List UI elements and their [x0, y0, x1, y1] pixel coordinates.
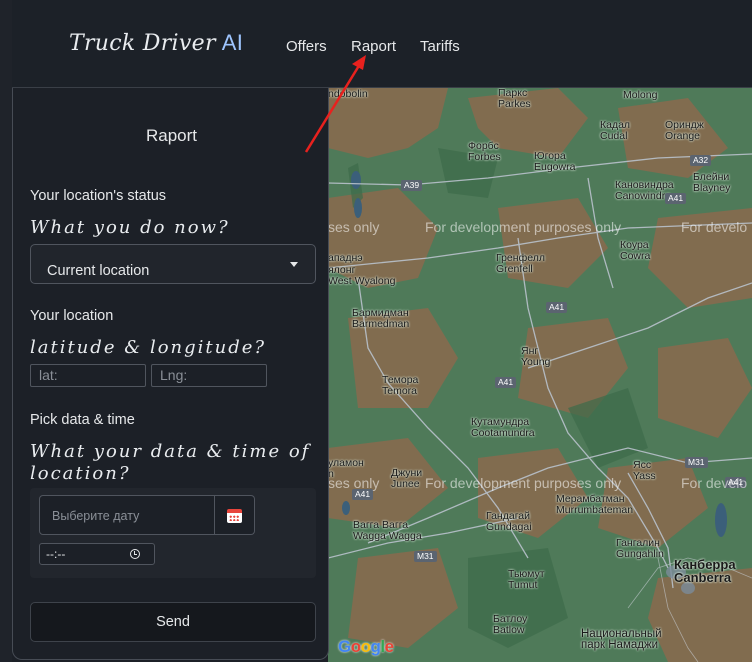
- calendar-icon: [227, 509, 242, 523]
- map-label: Блейни Blayney: [693, 171, 731, 194]
- datetime-question: What your data & time of location?: [30, 441, 311, 484]
- map-watermark: For development purposes only: [425, 219, 622, 235]
- longitude-input[interactable]: Lng:: [151, 364, 267, 387]
- road-shield: A32: [690, 155, 712, 166]
- map-label: Вагга Вагга Wagga Wagga: [353, 519, 422, 542]
- status-label: Your location's status: [30, 188, 167, 204]
- map-watermark: For develo: [681, 219, 748, 235]
- location-question: latitude & longitude?: [30, 337, 267, 358]
- map-label: Форбс Forbes: [468, 140, 501, 163]
- clock-icon[interactable]: [130, 549, 140, 559]
- map-label: Ориндж Orange: [665, 119, 704, 142]
- map-watermark: For development purposes only: [425, 475, 622, 491]
- road-shield: M31: [685, 457, 708, 468]
- map-label: Национальный парк Намаджи: [581, 628, 662, 651]
- map-label: Ясс Yass: [633, 459, 656, 482]
- map[interactable]: ndobolin Паркс Parkes Molong Кадал Cudal О…: [328, 88, 752, 662]
- brand-suffix: AI: [221, 30, 244, 55]
- map-watermark: For develo: [681, 475, 748, 491]
- map-label: Гандагай Gundagai: [486, 510, 532, 533]
- time-value: --:--: [46, 547, 66, 561]
- map-label: Гангалин Gungahlin: [616, 537, 664, 560]
- map-label: ападнэ: [328, 252, 363, 264]
- nav-link-raport[interactable]: Raport: [351, 38, 396, 55]
- map-label: Коура Cowra: [620, 239, 651, 262]
- status-select[interactable]: Current location: [30, 244, 316, 284]
- status-select-value: Current location: [47, 263, 150, 279]
- map-label: Гренфелл Grenfell: [496, 252, 545, 275]
- brand-name: Truck Driver: [69, 31, 216, 56]
- map-label: Бармидман Barmedman: [352, 307, 410, 330]
- status-question: What you do now?: [30, 217, 230, 238]
- datetime-label: Pick data & time: [30, 412, 135, 428]
- datetime-picker-group: Выберите дату --:--: [30, 488, 316, 578]
- raport-panel: Raport Your location's status What you d…: [12, 88, 329, 660]
- road-shield: A39: [401, 180, 423, 191]
- map-label: Тьюмут Tumut: [508, 568, 545, 591]
- map-watermark: ses only: [328, 219, 380, 235]
- map-label-capital: Канберра Canberra: [674, 557, 736, 585]
- date-input[interactable]: Выберите дату: [39, 495, 215, 535]
- time-input[interactable]: --:--: [39, 543, 155, 565]
- brand-logo[interactable]: Truck Driver AI: [69, 30, 243, 56]
- location-label: Your location: [30, 308, 114, 324]
- map-watermark: ses only: [328, 475, 380, 491]
- latitude-input[interactable]: lat:: [30, 364, 146, 387]
- map-label: Темора Temora: [382, 374, 419, 397]
- panel-title: Raport: [145, 126, 198, 145]
- map-label: Янг Young: [521, 345, 551, 368]
- calendar-button[interactable]: [215, 495, 255, 535]
- map-label: Джуни Junee: [391, 467, 423, 490]
- map-label: Паркс Parkes: [498, 88, 531, 110]
- map-label: Molong: [623, 89, 658, 101]
- map-label: Мерамбатман Murrumbateman: [556, 493, 634, 516]
- map-label: ялонг West Wyalong: [328, 264, 396, 287]
- map-label: Кадал Cudal: [600, 119, 631, 142]
- google-logo[interactable]: Google: [338, 637, 394, 657]
- map-label: ndobolin: [328, 88, 368, 100]
- navbar: Truck Driver AI Offers Raport Tariffs: [12, 0, 752, 88]
- map-label: Югора Eugowra: [534, 150, 576, 173]
- nav-link-offers[interactable]: Offers: [286, 38, 327, 55]
- map-label: Батлоу Batlow: [493, 613, 528, 636]
- road-shield: A41: [546, 302, 568, 313]
- nav-link-tariffs[interactable]: Tariffs: [420, 38, 460, 55]
- road-shield: A41: [665, 193, 687, 204]
- send-button[interactable]: Send: [30, 602, 316, 642]
- road-shield: M31: [414, 551, 437, 562]
- road-shield: A41: [495, 377, 517, 388]
- caret-down-icon: [290, 262, 298, 267]
- map-label: Кутамундра Cootamundra: [471, 416, 535, 439]
